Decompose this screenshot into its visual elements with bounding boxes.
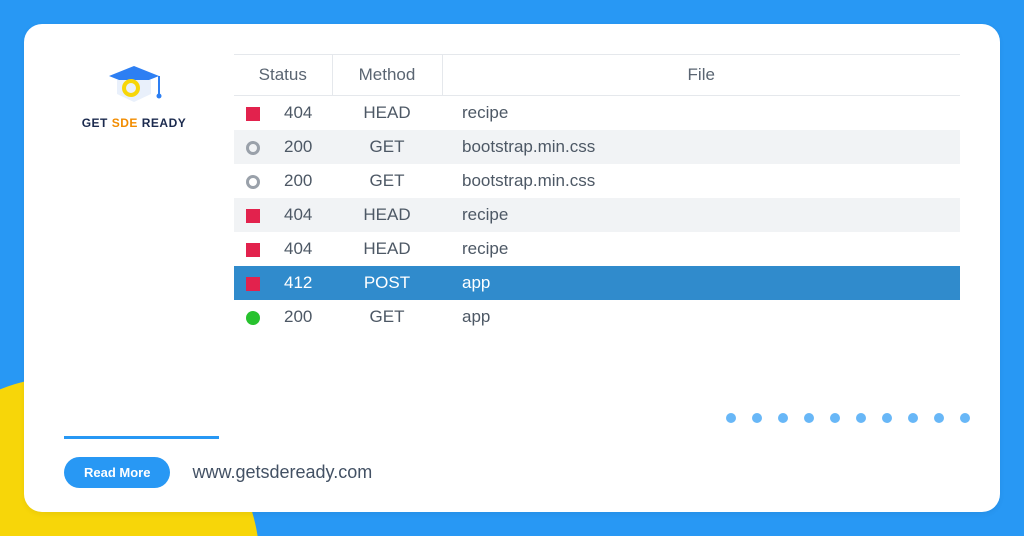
table-row[interactable]: 412POSTapp xyxy=(234,266,960,300)
file-name: recipe xyxy=(442,198,960,232)
file-name: bootstrap.min.css xyxy=(442,164,960,198)
main-card: GET SDE READY Status Method File 404HEAD… xyxy=(24,24,1000,512)
http-method: GET xyxy=(332,164,442,198)
status-code: 404 xyxy=(272,96,332,131)
file-name: recipe xyxy=(442,232,960,266)
table-row[interactable]: 200GETapp xyxy=(234,300,960,334)
table-row[interactable]: 200GETbootstrap.min.css xyxy=(234,130,960,164)
table-header-row: Status Method File xyxy=(234,55,960,96)
success-circle-icon xyxy=(246,311,260,325)
status-icon-cell xyxy=(234,266,272,300)
accent-divider xyxy=(64,436,219,439)
pending-circle-icon xyxy=(246,141,260,155)
error-square-icon xyxy=(246,107,260,121)
http-method: GET xyxy=(332,300,442,334)
status-code: 200 xyxy=(272,300,332,334)
graduation-cap-icon xyxy=(99,60,169,112)
status-icon-cell xyxy=(234,96,272,131)
status-icon-cell xyxy=(234,130,272,164)
status-icon-cell xyxy=(234,232,272,266)
file-name: app xyxy=(442,300,960,334)
http-method: HEAD xyxy=(332,232,442,266)
file-name: bootstrap.min.css xyxy=(442,130,960,164)
error-square-icon xyxy=(246,209,260,223)
http-method: HEAD xyxy=(332,198,442,232)
status-code: 200 xyxy=(272,130,332,164)
table-row[interactable]: 200GETbootstrap.min.css xyxy=(234,164,960,198)
col-header-method[interactable]: Method xyxy=(332,55,442,96)
http-method: POST xyxy=(332,266,442,300)
table-row[interactable]: 404HEADrecipe xyxy=(234,198,960,232)
http-method: HEAD xyxy=(332,96,442,131)
status-icon-cell xyxy=(234,300,272,334)
col-header-status[interactable]: Status xyxy=(234,55,332,96)
status-code: 404 xyxy=(272,198,332,232)
file-name: app xyxy=(442,266,960,300)
error-square-icon xyxy=(246,243,260,257)
status-code: 412 xyxy=(272,266,332,300)
status-code: 200 xyxy=(272,164,332,198)
decorative-dots xyxy=(726,413,970,423)
site-url: www.getsdeready.com xyxy=(192,462,372,483)
table-row[interactable]: 404HEADrecipe xyxy=(234,232,960,266)
table-row[interactable]: 404HEADrecipe xyxy=(234,96,960,131)
network-table: Status Method File 404HEADrecipe200GETbo… xyxy=(234,54,960,334)
status-code: 404 xyxy=(272,232,332,266)
error-square-icon xyxy=(246,277,260,291)
read-more-button[interactable]: Read More xyxy=(64,457,170,488)
col-header-file[interactable]: File xyxy=(442,55,960,96)
pending-circle-icon xyxy=(246,175,260,189)
http-method: GET xyxy=(332,130,442,164)
file-name: recipe xyxy=(442,96,960,131)
brand-text: GET SDE READY xyxy=(82,116,187,130)
brand-logo: GET SDE READY xyxy=(64,54,204,130)
card-footer: Read More www.getsdeready.com xyxy=(64,436,960,488)
status-icon-cell xyxy=(234,164,272,198)
status-icon-cell xyxy=(234,198,272,232)
